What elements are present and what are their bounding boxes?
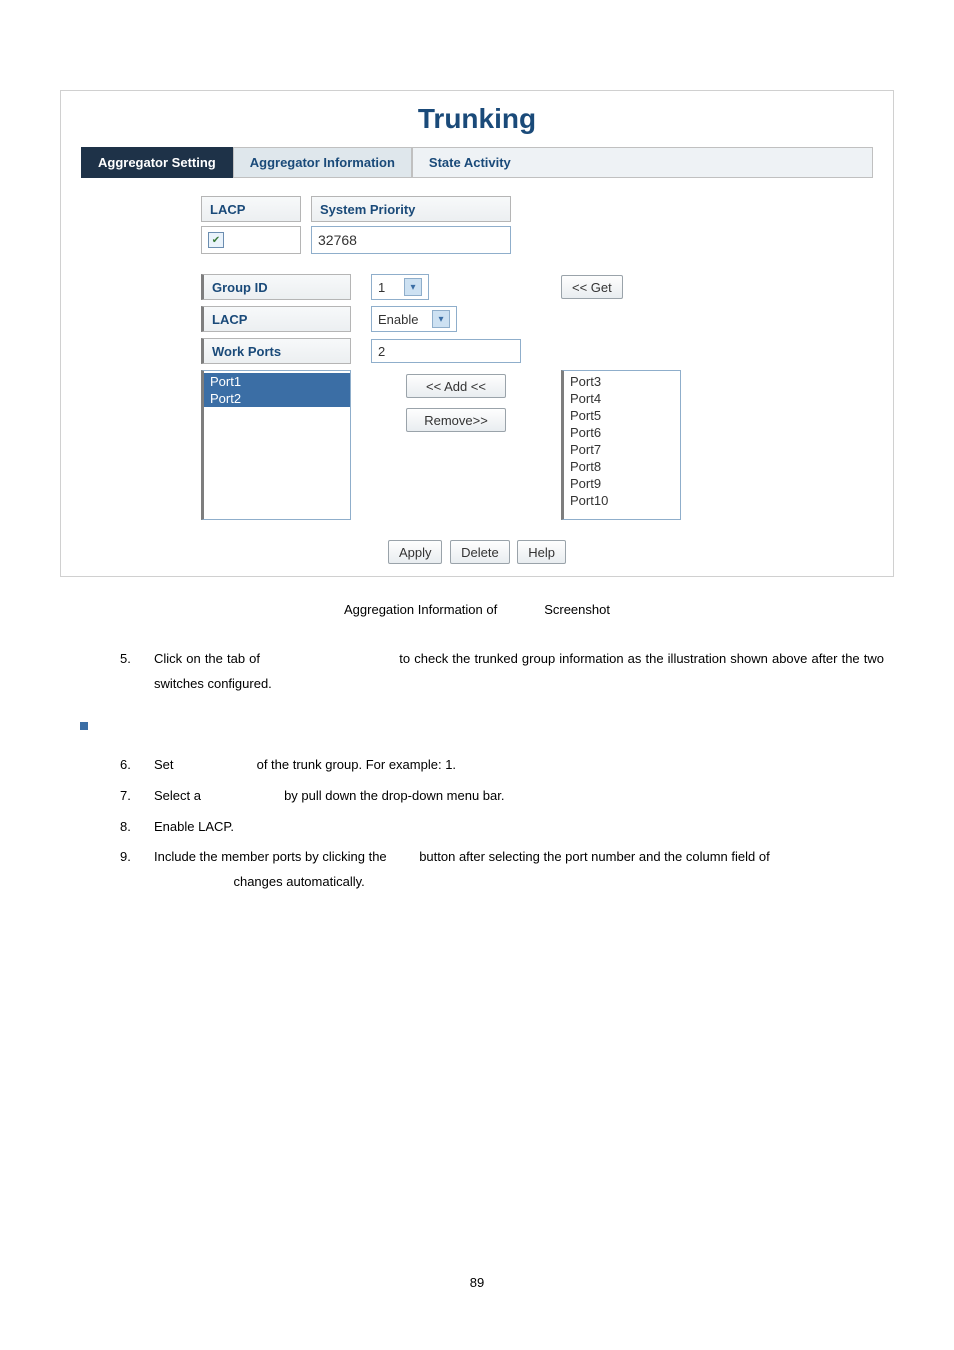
apply-button[interactable]: Apply xyxy=(388,540,443,564)
tab-bar: Aggregator Setting Aggregator Informatio… xyxy=(81,147,873,178)
step-number: 7. xyxy=(120,784,154,809)
chevron-down-icon: ▾ xyxy=(404,278,422,296)
step-number: 9. xyxy=(120,845,154,894)
lacp-header: LACP xyxy=(201,196,301,222)
lacp-row-label: LACP xyxy=(201,306,351,332)
instruction-list-a: 5. Click on the tab of to check the trun… xyxy=(120,647,884,696)
list-item[interactable]: Port7 xyxy=(564,441,680,458)
list-item[interactable]: Port3 xyxy=(564,373,680,390)
list-item[interactable]: Port2 xyxy=(204,390,350,407)
step-text: Set of the trunk group. For example: 1. xyxy=(154,753,884,778)
screenshot-panel: Trunking Aggregator Setting Aggregator I… xyxy=(60,90,894,577)
list-item[interactable]: Port4 xyxy=(564,390,680,407)
selected-ports-list[interactable]: Port1 Port2 xyxy=(201,370,351,520)
step-text: Click on the tab of to check the trunked… xyxy=(154,647,884,696)
step-text: Enable LACP. xyxy=(154,815,884,840)
lacp-checkbox[interactable]: ✔ xyxy=(208,232,224,248)
list-item[interactable]: Port10 xyxy=(564,492,680,509)
remove-button[interactable]: Remove>> xyxy=(406,408,506,432)
get-button[interactable]: << Get xyxy=(561,275,623,299)
chevron-down-icon: ▾ xyxy=(432,310,450,328)
page-number: 89 xyxy=(50,1275,904,1290)
lacp-select[interactable]: Enable ▾ xyxy=(371,306,457,332)
group-id-select[interactable]: 1 ▾ xyxy=(371,274,429,300)
lacp-select-value: Enable xyxy=(378,312,426,327)
tab-state-activity[interactable]: State Activity xyxy=(412,147,873,178)
tab-aggregator-setting[interactable]: Aggregator Setting xyxy=(81,147,233,178)
step-text: Select a by pull down the drop-down menu… xyxy=(154,784,884,809)
figure-caption: Aggregation Information of Screenshot xyxy=(50,602,904,617)
caption-left: Aggregation Information of xyxy=(344,602,497,617)
list-item[interactable]: Port5 xyxy=(564,407,680,424)
system-priority-header: System Priority xyxy=(311,196,511,222)
page-title: Trunking xyxy=(81,103,873,135)
group-id-value: 1 xyxy=(378,280,398,295)
delete-button[interactable]: Delete xyxy=(450,540,510,564)
group-id-label: Group ID xyxy=(201,274,351,300)
step-number: 6. xyxy=(120,753,154,778)
available-ports-list[interactable]: Port3 Port4 Port5 Port6 Port7 Port8 Port… xyxy=(561,370,681,520)
list-item[interactable]: Port8 xyxy=(564,458,680,475)
work-ports-input[interactable] xyxy=(371,339,521,363)
list-item[interactable]: Port6 xyxy=(564,424,680,441)
step-text: Include the member ports by clicking the… xyxy=(154,845,884,894)
tab-aggregator-information[interactable]: Aggregator Information xyxy=(233,147,412,178)
caption-right: Screenshot xyxy=(544,602,610,617)
instruction-list-b: 6. Set of the trunk group. For example: … xyxy=(120,753,884,894)
step-number: 5. xyxy=(120,647,154,696)
bullet-icon xyxy=(80,722,88,730)
work-ports-label: Work Ports xyxy=(201,338,351,364)
list-item[interactable]: Port1 xyxy=(204,373,350,390)
help-button[interactable]: Help xyxy=(517,540,566,564)
system-priority-input[interactable] xyxy=(311,226,511,254)
lacp-checkbox-cell: ✔ xyxy=(201,226,301,254)
list-item[interactable]: Port9 xyxy=(564,475,680,492)
add-button[interactable]: << Add << xyxy=(406,374,506,398)
step-number: 8. xyxy=(120,815,154,840)
